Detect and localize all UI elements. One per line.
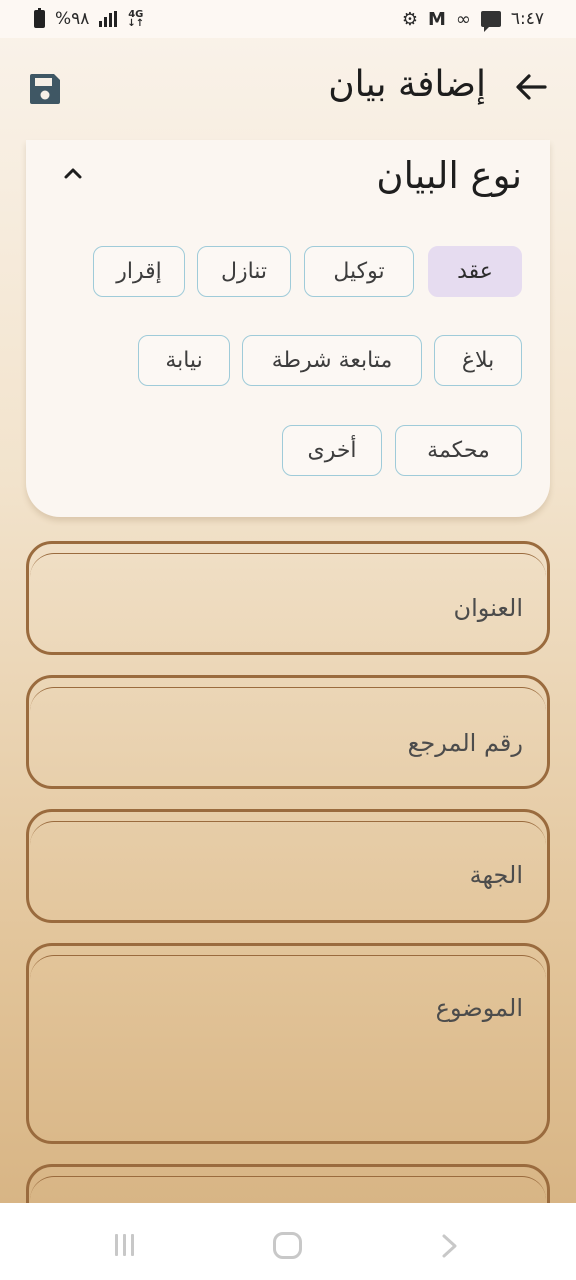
app-bar: إضافة بيان bbox=[0, 38, 576, 142]
chip-contract[interactable]: عقد bbox=[428, 246, 522, 297]
chevron-right-icon bbox=[442, 1234, 457, 1258]
reference-number-label: رقم المرجع bbox=[407, 729, 523, 757]
status-left: %٩٨ 4G ↓↑ bbox=[34, 8, 145, 29]
gmail-icon: M bbox=[427, 8, 446, 30]
chip-other[interactable]: أخرى bbox=[282, 425, 382, 476]
chip-label: نيابة bbox=[165, 348, 203, 373]
chip-label: محكمة bbox=[427, 438, 490, 463]
status-time: ٦:٤٧ bbox=[510, 9, 544, 29]
save-icon bbox=[30, 74, 60, 104]
chip-report[interactable]: بلاغ bbox=[434, 335, 522, 386]
chip-label: بلاغ bbox=[461, 348, 495, 373]
chip-label: توكيل bbox=[333, 259, 385, 284]
network-4g-icon: 4G ↓↑ bbox=[127, 9, 145, 29]
notification-icon: ⚙ bbox=[401, 8, 418, 30]
chip-waiver[interactable]: تنازل bbox=[197, 246, 291, 297]
entity-field-label: الجهة bbox=[469, 861, 523, 889]
battery-icon bbox=[34, 8, 45, 28]
reference-number-field[interactable]: رقم المرجع bbox=[26, 675, 550, 789]
signal-icon bbox=[99, 11, 118, 27]
save-button[interactable] bbox=[28, 72, 62, 106]
chip-label: متابعة شرطة bbox=[271, 348, 393, 373]
statement-type-title: نوع البيان bbox=[376, 154, 522, 197]
chip-label: عقد bbox=[457, 259, 493, 284]
title-field-label: العنوان bbox=[453, 594, 524, 622]
title-field[interactable]: العنوان bbox=[26, 541, 550, 655]
subject-field-label: الموضوع bbox=[435, 994, 523, 1022]
recents-button[interactable] bbox=[115, 1234, 134, 1256]
chevron-up-icon bbox=[64, 168, 82, 179]
chip-prosecution[interactable]: نيابة bbox=[138, 335, 230, 386]
page-title: إضافة بيان bbox=[328, 64, 486, 105]
subject-field[interactable]: الموضوع bbox=[26, 943, 550, 1144]
chip-acknowledgment[interactable]: إقرار bbox=[93, 246, 185, 297]
chip-label: تنازل bbox=[220, 259, 268, 284]
system-nav-bar bbox=[0, 1203, 576, 1280]
next-field-partial[interactable] bbox=[26, 1164, 550, 1203]
chip-police-followup[interactable]: متابعة شرطة bbox=[242, 335, 422, 386]
status-bar: %٩٨ 4G ↓↑ ⚙ M ∞ ٦:٤٧ bbox=[0, 0, 576, 38]
recents-icon bbox=[115, 1234, 118, 1256]
statement-type-panel: نوع البيان عقد توكيل تنازل إقرار بلاغ مت… bbox=[26, 140, 550, 517]
chip-label: إقرار bbox=[116, 259, 162, 284]
chat-icon bbox=[480, 11, 501, 32]
chip-court[interactable]: محكمة bbox=[395, 425, 522, 476]
battery-percent: %٩٨ bbox=[55, 9, 90, 29]
arrow-back-icon bbox=[516, 74, 547, 100]
collapse-button[interactable] bbox=[58, 158, 88, 188]
chip-label: أخرى bbox=[307, 438, 357, 463]
entity-field[interactable]: الجهة bbox=[26, 809, 550, 923]
nav-back-button[interactable] bbox=[439, 1233, 461, 1259]
back-button[interactable] bbox=[514, 70, 548, 104]
infinity-icon: ∞ bbox=[455, 8, 471, 30]
home-button[interactable] bbox=[273, 1232, 302, 1259]
chip-power-of-attorney[interactable]: توكيل bbox=[304, 246, 414, 297]
status-right: ⚙ M ∞ ٦:٤٧ bbox=[401, 8, 544, 32]
app-screen: %٩٨ 4G ↓↑ ⚙ M ∞ ٦:٤٧ إضافة بيان نوع البي… bbox=[0, 0, 576, 1203]
network-label: 4G bbox=[128, 9, 144, 20]
